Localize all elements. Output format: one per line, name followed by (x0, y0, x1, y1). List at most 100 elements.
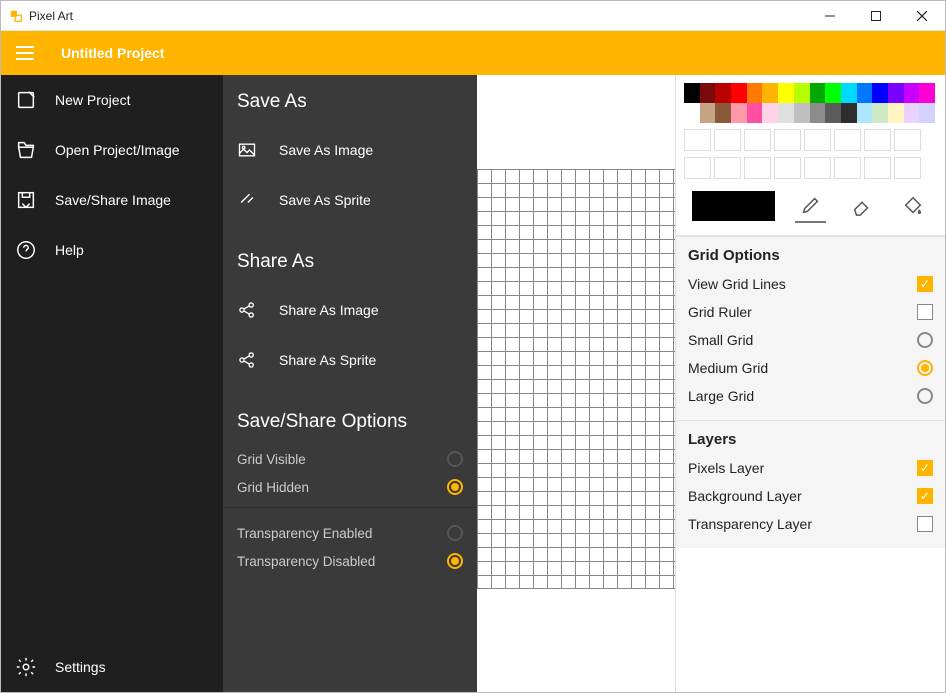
palette-swatch[interactable] (794, 103, 810, 123)
titlebar: Pixel Art (1, 1, 945, 31)
grid-size-medium-grid[interactable]: Medium Grid (688, 354, 933, 382)
custom-swatch[interactable] (744, 129, 771, 151)
custom-swatch[interactable] (804, 129, 831, 151)
menu-item-label: Share As Sprite (279, 352, 376, 368)
palette-swatch[interactable] (825, 103, 841, 123)
custom-swatch[interactable] (834, 129, 861, 151)
palette-swatch[interactable] (684, 103, 700, 123)
custom-swatch[interactable] (744, 157, 771, 179)
layer-pixels-layer[interactable]: Pixels Layer✓ (688, 454, 933, 482)
custom-swatch[interactable] (714, 129, 741, 151)
current-color-swatch[interactable] (692, 191, 775, 221)
palette-swatch[interactable] (731, 103, 747, 123)
palette-swatch[interactable] (841, 83, 857, 103)
custom-swatch[interactable] (774, 129, 801, 151)
share-icon (237, 300, 257, 320)
maximize-button[interactable] (853, 1, 899, 31)
palette-swatch[interactable] (778, 103, 794, 123)
palette-swatch[interactable] (715, 83, 731, 103)
palette-swatch[interactable] (794, 83, 810, 103)
option-grid-hidden[interactable]: Grid Hidden (223, 473, 477, 501)
palette-swatch[interactable] (747, 103, 763, 123)
project-title: Untitled Project (61, 45, 164, 61)
save-as-image[interactable]: Save As Image (223, 125, 477, 175)
palette-swatch[interactable] (841, 103, 857, 123)
custom-swatch[interactable] (864, 129, 891, 151)
open-project-icon (15, 139, 37, 161)
save-share-options-heading: Save/Share Options (223, 395, 477, 445)
palette-swatch[interactable] (857, 103, 873, 123)
palette-swatch[interactable] (810, 83, 826, 103)
palette-swatch[interactable] (872, 83, 888, 103)
sidebar-item-settings[interactable]: Settings (1, 642, 223, 692)
palette-swatch[interactable] (810, 103, 826, 123)
minimize-button[interactable] (807, 1, 853, 31)
pencil-tool[interactable] (795, 189, 826, 223)
option-grid-visible[interactable]: Grid Visible (223, 445, 477, 473)
radio-icon (917, 388, 933, 404)
palette-swatch[interactable] (762, 103, 778, 123)
share-as-image[interactable]: Share As Image (223, 285, 477, 335)
palette-swatch[interactable] (700, 103, 716, 123)
custom-swatch[interactable] (684, 157, 711, 179)
option-transparency-enabled[interactable]: Transparency Enabled (223, 519, 477, 547)
sidebar-item-new-project[interactable]: New Project (1, 75, 223, 125)
palette-swatch[interactable] (857, 83, 873, 103)
sidebar-item-save-share[interactable]: Save/Share Image (1, 175, 223, 225)
custom-swatch[interactable] (804, 157, 831, 179)
layers-heading: Layers (688, 431, 933, 448)
close-button[interactable] (899, 1, 945, 31)
palette-swatch[interactable] (747, 83, 763, 103)
option-label: View Grid Lines (688, 276, 786, 292)
canvas-area[interactable] (477, 75, 675, 692)
custom-swatch[interactable] (684, 129, 711, 151)
menu-item-label: Save As Image (279, 142, 373, 158)
custom-swatch[interactable] (894, 129, 921, 151)
layer-transparency-layer[interactable]: Transparency Layer (688, 510, 933, 538)
custom-swatch[interactable] (774, 157, 801, 179)
menu-button[interactable] (1, 31, 49, 75)
checkbox-icon (917, 304, 933, 320)
menu-item-label: Share As Image (279, 302, 379, 318)
view-grid-lines-toggle[interactable]: View Grid Lines ✓ (688, 270, 933, 298)
app-icon (9, 9, 23, 23)
grid-size-large-grid[interactable]: Large Grid (688, 382, 933, 410)
hamburger-icon (16, 52, 34, 54)
checkbox-icon: ✓ (917, 276, 933, 292)
palette-swatch[interactable] (825, 83, 841, 103)
custom-swatch[interactable] (864, 157, 891, 179)
palette-swatch[interactable] (888, 83, 904, 103)
fill-icon (902, 195, 924, 217)
palette-swatch[interactable] (762, 83, 778, 103)
eraser-tool[interactable] (846, 189, 877, 223)
custom-swatch[interactable] (714, 157, 741, 179)
palette-swatch[interactable] (919, 103, 935, 123)
palette-swatch[interactable] (919, 83, 935, 103)
grid-ruler-toggle[interactable]: Grid Ruler (688, 298, 933, 326)
option-label: Small Grid (688, 332, 753, 348)
option-transparency-disabled[interactable]: Transparency Disabled (223, 547, 477, 575)
palette-swatch[interactable] (700, 83, 716, 103)
grid-size-small-grid[interactable]: Small Grid (688, 326, 933, 354)
fill-tool[interactable] (898, 189, 929, 223)
palette-swatch[interactable] (731, 83, 747, 103)
pixel-grid[interactable] (477, 169, 675, 589)
layer-background-layer[interactable]: Background Layer✓ (688, 482, 933, 510)
share-as-sprite[interactable]: Share As Sprite (223, 335, 477, 385)
save-as-sprite[interactable]: Save As Sprite (223, 175, 477, 225)
palette-swatch[interactable] (888, 103, 904, 123)
color-palette (676, 75, 945, 236)
custom-swatch[interactable] (894, 157, 921, 179)
grid-options-section: Grid Options View Grid Lines ✓ Grid Rule… (676, 236, 945, 420)
ribbon: Untitled Project (1, 31, 945, 75)
palette-swatch[interactable] (684, 83, 700, 103)
save-share-icon (15, 189, 37, 211)
palette-swatch[interactable] (872, 103, 888, 123)
palette-swatch[interactable] (715, 103, 731, 123)
sidebar-item-help[interactable]: Help (1, 225, 223, 275)
sidebar-item-open-project[interactable]: Open Project/Image (1, 125, 223, 175)
palette-swatch[interactable] (904, 83, 920, 103)
custom-swatch[interactable] (834, 157, 861, 179)
palette-swatch[interactable] (904, 103, 920, 123)
palette-swatch[interactable] (778, 83, 794, 103)
